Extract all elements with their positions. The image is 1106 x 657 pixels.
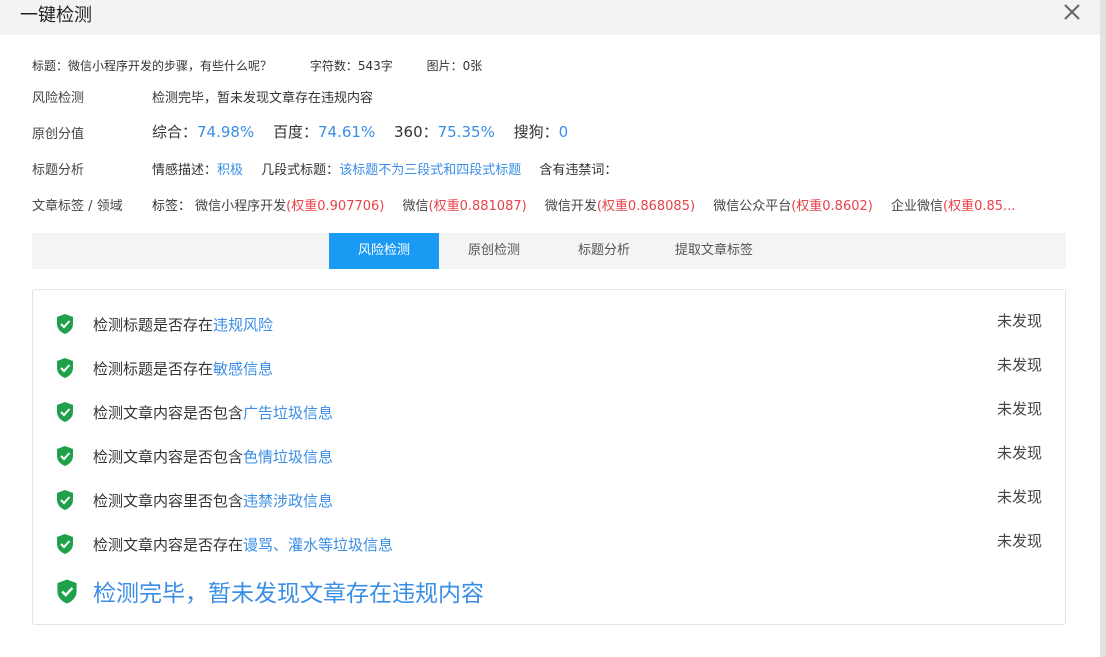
check-text: 检测标题是否存在违规风险 — [93, 316, 274, 334]
check-status: 未发现 — [997, 312, 1043, 330]
tag-name: 企业微信 — [890, 199, 943, 214]
score-label: 360： — [394, 123, 438, 141]
score-label: 综合： — [152, 123, 198, 141]
article-summary: 标题：微信小程序开发的步骤，有些什么呢？ 字符数：543字 图片：0张 — [32, 57, 482, 74]
check-row: 检测文章内容是否存在谩骂、灌水等垃圾信息 未发现 — [33, 528, 1065, 558]
segment-label: 几段式标题： — [261, 163, 340, 178]
score-value: 74.98% — [197, 123, 255, 141]
risk-label: 风险检测 — [32, 91, 85, 106]
check-row: 检测文章内容里否包含违禁涉政信息 未发现 — [33, 484, 1065, 514]
check-status: 未发现 — [997, 400, 1043, 418]
shield-check-icon — [57, 402, 73, 422]
close-icon[interactable] — [1060, 0, 1084, 24]
shield-check-icon — [57, 358, 73, 378]
final-result-text: 检测完毕，暂未发现文章存在违规内容 — [93, 581, 484, 607]
shield-check-icon — [57, 314, 73, 334]
tag-weight: (权重0.868085) — [596, 199, 696, 214]
check-status: 未发现 — [997, 356, 1043, 374]
score-label: 搜狗： — [513, 123, 559, 141]
shield-check-icon — [57, 446, 73, 466]
tag-name: 微信小程序开发 — [195, 199, 287, 214]
title-analysis-value: 情感描述：积极 几段式标题：该标题不为三段式和四段式标题 含有违禁词： — [152, 159, 617, 178]
sentiment-value: 积极 — [217, 163, 244, 178]
tab-title-analysis[interactable]: 标题分析 — [549, 233, 659, 269]
score-label: 百度： — [273, 123, 319, 141]
tag-name: 微信开发 — [544, 199, 597, 214]
check-status: 未发现 — [997, 532, 1043, 550]
dialog-title: 一键检测 — [20, 5, 92, 26]
shield-check-icon — [57, 490, 73, 510]
check-row: 检测标题是否存在敏感信息 未发现 — [33, 352, 1065, 382]
score-value: 75.35% — [437, 123, 495, 141]
check-text: 检测文章内容是否包含广告垃圾信息 — [93, 404, 334, 422]
tags-prefix: 标签： — [152, 199, 192, 214]
check-text: 检测文章内容里否包含违禁涉政信息 — [93, 492, 334, 510]
check-row: 检测文章内容是否包含广告垃圾信息 未发现 — [33, 396, 1065, 426]
check-text: 检测文章内容是否存在谩骂、灌水等垃圾信息 — [93, 536, 394, 554]
article-title-text: 标题：微信小程序开发的步骤，有些什么呢？ — [32, 59, 273, 73]
sentiment-label: 情感描述： — [152, 163, 218, 178]
segment-value: 该标题不为三段式和四段式标题 — [339, 163, 522, 178]
check-row: 检测文章内容是否包含色情垃圾信息 未发现 — [33, 440, 1065, 470]
tag-weight: (权重0.881087) — [428, 199, 527, 214]
detection-tabs: 风险检测 原创检测 标题分析 提取文章标签 — [32, 233, 1066, 269]
check-text: 检测标题是否存在敏感信息 — [93, 360, 274, 378]
tab-extract-tags[interactable]: 提取文章标签 — [659, 233, 769, 269]
tag-name: 微信 — [402, 199, 429, 214]
tag-weight: (权重0.907706) — [286, 199, 385, 214]
score-value: 0 — [558, 123, 569, 141]
tab-risk-detection[interactable]: 风险检测 — [329, 233, 439, 269]
dialog-titlebar: 一键检测 — [0, 0, 1100, 35]
shield-check-icon — [57, 534, 73, 554]
check-text: 检测文章内容是否包含色情垃圾信息 — [93, 448, 334, 466]
banned-words-label: 含有违禁词： — [539, 163, 618, 178]
shield-check-icon — [57, 579, 77, 604]
risk-value: 检测完毕，暂未发现文章存在违规内容 — [152, 91, 374, 106]
originality-label: 原创分值 — [32, 127, 85, 142]
tab-originality-detection[interactable]: 原创检测 — [439, 233, 549, 269]
risk-results-panel: 检测标题是否存在违规风险 未发现 检测标题是否存在敏感信息 未发现 检测文章内容… — [32, 289, 1066, 625]
score-value: 74.61% — [318, 123, 376, 141]
title-analysis-label: 标题分析 — [32, 163, 85, 178]
image-count: 图片：0张 — [426, 59, 483, 73]
check-status: 未发现 — [997, 488, 1043, 506]
tags-value: 标签： 微信小程序开发(权重0.907706) 微信(权重0.881087) 微… — [152, 195, 1029, 214]
tag-name: 微信公众平台 — [713, 199, 792, 214]
check-row: 检测标题是否存在违规风险 未发现 — [33, 308, 1065, 338]
check-status: 未发现 — [997, 444, 1043, 462]
tag-weight: (权重0.85... — [943, 199, 1016, 214]
tags-label: 文章标签 / 领域 — [32, 199, 123, 214]
originality-scores: 综合：74.98% 百度：74.61% 360：75.35% 搜狗：0 — [152, 121, 582, 142]
char-count: 字符数：543字 — [309, 59, 393, 73]
scrollbar[interactable] — [1100, 0, 1106, 657]
tag-weight: (权重0.8602) — [791, 199, 873, 214]
